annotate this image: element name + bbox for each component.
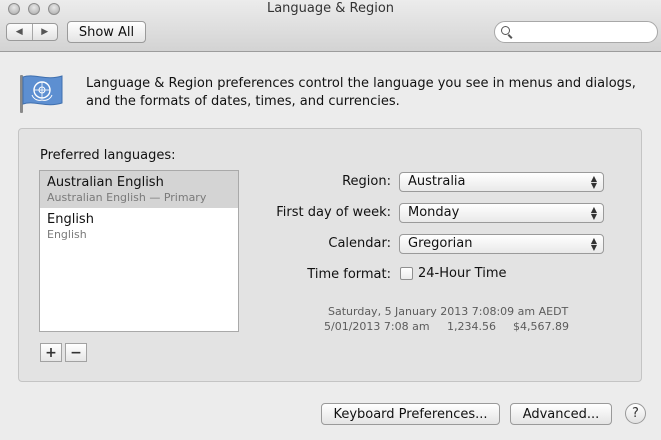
help-button[interactable]: ? xyxy=(625,403,646,424)
updown-arrows-icon: ▲ ▼ xyxy=(590,236,597,252)
sample-datetime: Saturday, 5 January 2013 7:08:09 am AEDT xyxy=(328,305,569,318)
back-arrow-icon: ◀ xyxy=(15,27,23,37)
search-field[interactable] xyxy=(494,21,658,43)
language-detail: English xyxy=(47,228,87,241)
keyboard-preferences-button[interactable]: Keyboard Preferences... xyxy=(321,403,500,425)
preferred-languages-list[interactable]: Australian English Australian English — … xyxy=(39,170,239,332)
intro-description: Language & Region preferences control th… xyxy=(86,76,636,109)
sample-number: 1,234.56 xyxy=(447,320,496,333)
language-name: Australian English xyxy=(47,175,164,190)
language-item-english[interactable]: English English xyxy=(40,208,238,245)
calendar-label: Calendar: xyxy=(328,236,391,251)
remove-language-button[interactable]: − xyxy=(65,343,87,362)
search-icon xyxy=(501,26,510,35)
language-item-australian-english[interactable]: Australian English Australian English — … xyxy=(40,171,238,208)
language-detail: Australian English — Primary xyxy=(47,191,207,204)
show-all-button[interactable]: Show All xyxy=(67,21,146,43)
search-input[interactable] xyxy=(517,24,647,40)
sample-currency: $4,567.89 xyxy=(513,320,569,333)
calendar-popup[interactable]: Gregorian ▲ ▼ xyxy=(399,234,604,254)
window-title: Language & Region xyxy=(266,1,395,16)
back-button[interactable]: ◀ xyxy=(7,24,32,40)
first-day-label: First day of week: xyxy=(276,205,391,220)
first-day-value: Monday xyxy=(408,205,460,220)
updown-arrows-icon: ▲ ▼ xyxy=(590,174,597,190)
un-flag-icon xyxy=(20,75,63,113)
region-value: Australia xyxy=(408,174,466,189)
window-toolbar: Language & Region ◀ ▶ Show All xyxy=(0,0,661,52)
calendar-value: Gregorian xyxy=(408,236,473,251)
preferred-languages-label: Preferred languages: xyxy=(40,148,176,163)
region-label: Region: xyxy=(342,174,391,189)
24-hour-time-checkbox[interactable] xyxy=(400,267,413,280)
first-day-popup[interactable]: Monday ▲ ▼ xyxy=(399,203,604,223)
forward-arrow-icon: ▶ xyxy=(41,27,49,37)
time-format-label: Time format: xyxy=(307,267,391,282)
back-forward-control: ◀ ▶ xyxy=(6,23,58,41)
24-hour-time-label[interactable]: 24-Hour Time xyxy=(418,266,507,281)
sample-short-date: 5/01/2013 7:08 am xyxy=(324,320,430,333)
add-language-button[interactable]: + xyxy=(40,343,62,362)
forward-button[interactable]: ▶ xyxy=(31,24,58,40)
language-name: English xyxy=(47,212,94,227)
region-popup[interactable]: Australia ▲ ▼ xyxy=(399,172,604,192)
advanced-button[interactable]: Advanced... xyxy=(510,403,612,425)
updown-arrows-icon: ▲ ▼ xyxy=(590,205,597,221)
